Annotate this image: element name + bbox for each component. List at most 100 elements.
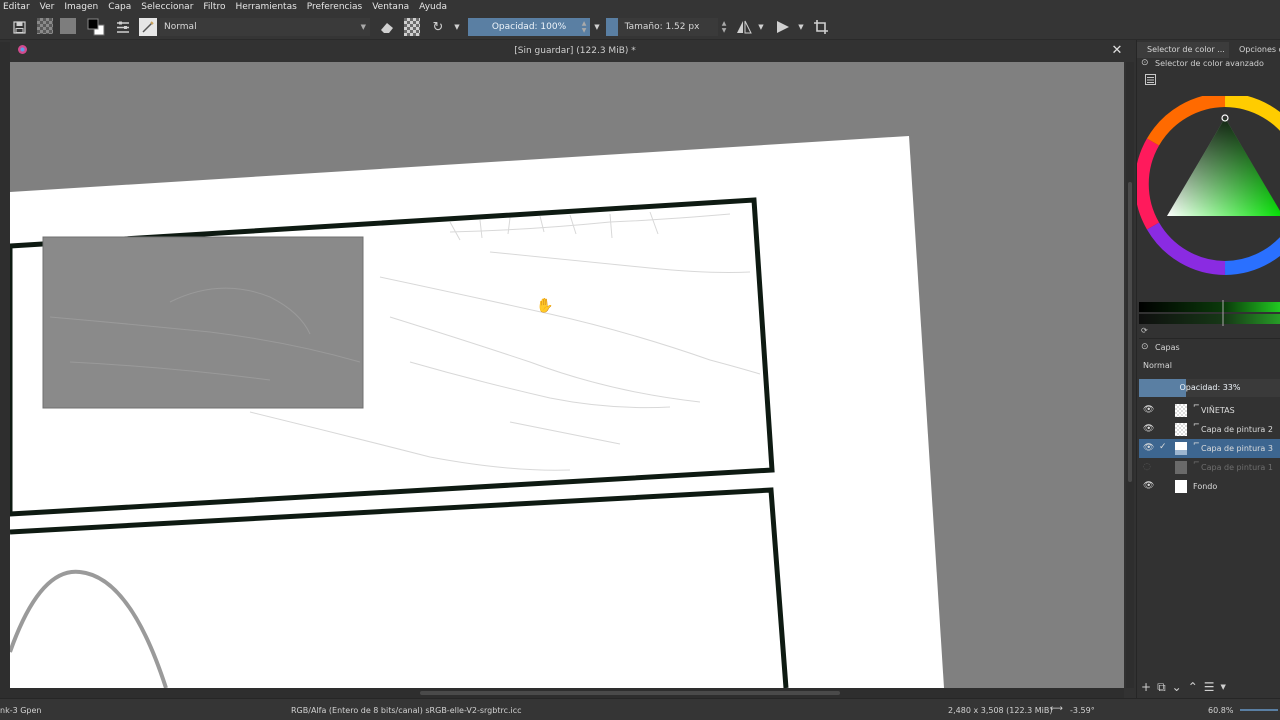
fg-bg-color-icon[interactable] [86, 18, 106, 36]
settings-list-icon[interactable] [1145, 74, 1156, 88]
color-shade-sliders[interactable] [1139, 300, 1280, 326]
opacity-label: Opacidad: 100% [491, 22, 567, 32]
eraser-icon[interactable] [378, 18, 396, 36]
chevron-down-icon[interactable]: ▼ [1221, 683, 1226, 691]
gradient-swatch[interactable] [37, 18, 53, 34]
layer-row[interactable]: 👁 ⌐ VIÑETAS [1139, 401, 1280, 420]
menu-imagen[interactable]: Imagen [59, 0, 103, 14]
preserve-alpha-icon[interactable] [404, 18, 420, 36]
menu-preferencias[interactable]: Preferencias [302, 0, 367, 14]
layer-thumbnail [1175, 423, 1187, 436]
mirror-vertical-icon[interactable] [774, 18, 792, 36]
layer-link-icon: ⌐ [1193, 401, 1200, 410]
menu-ver[interactable]: Ver [35, 0, 60, 14]
layer-row-active[interactable]: 👁 ✓ ⌐ Capa de pintura 3 [1139, 439, 1280, 458]
zoom-value[interactable]: 60.8% [1208, 706, 1233, 715]
eye-icon[interactable]: 👁 [1143, 424, 1155, 434]
blend-mode-combo[interactable]: Normal ▼ [160, 18, 370, 36]
menu-ventana[interactable]: Ventana [367, 0, 414, 14]
status-bar: nk-3 Gpen RGB/Alfa (Entero de 8 bits/can… [0, 698, 1280, 720]
move-layer-up-icon[interactable]: ⌃ [1188, 680, 1198, 694]
toolbar: Normal ▼ ↻ ▼ Opacidad: 100% ▲ ▼ ▼ Tamaño:… [0, 14, 1280, 40]
layers-blend-mode-combo[interactable]: Normal [1139, 359, 1280, 373]
canvas[interactable]: ✋ [10, 62, 1124, 688]
save-icon[interactable] [10, 18, 28, 36]
horizontal-scrollbar[interactable] [10, 688, 1124, 698]
layers-panel-title: Capas [1155, 343, 1180, 352]
menu-editar[interactable]: Editar [0, 0, 35, 14]
layer-name: Capa de pintura 3 [1201, 444, 1273, 453]
size-slider[interactable]: Tamaño: 1.52 px [606, 18, 718, 36]
layer-row[interactable]: 👁 Fondo [1139, 477, 1280, 496]
duplicate-layer-icon[interactable]: ⧉ [1157, 680, 1166, 695]
scrollbar-thumb[interactable] [1128, 182, 1132, 482]
color-space-info: RGB/Alfa (Entero de 8 bits/canal) sRGB-e… [291, 706, 522, 715]
menu-herramientas[interactable]: Herramientas [230, 0, 301, 14]
zoom-slider[interactable] [1240, 709, 1278, 711]
grey-reference-block [42, 236, 364, 409]
refresh-icon[interactable]: ⟳ [1141, 326, 1148, 335]
color-wheel[interactable] [1137, 96, 1280, 276]
divider [1139, 338, 1280, 339]
blend-mode-label: Normal [164, 22, 197, 32]
left-edge-panel [0, 42, 10, 698]
opacity-slider[interactable]: Opacidad: 100% [468, 18, 590, 36]
menu-bar: Editar Ver Imagen Capa Seleccionar Filtr… [0, 0, 1280, 14]
layer-name: Capa de pintura 1 [1201, 463, 1273, 472]
pattern-swatch[interactable] [60, 18, 76, 34]
document-tab: [Sin guardar] (122.3 MiB) * [10, 42, 1126, 60]
move-layer-down-icon[interactable]: ⌄ [1172, 680, 1182, 694]
image-size-info: 2,480 x 3,508 (122.3 MiB) [948, 706, 1053, 715]
close-icon[interactable]: ✕ [1110, 44, 1124, 58]
layer-link-icon: ⌐ [1193, 458, 1200, 467]
menu-ayuda[interactable]: Ayuda [414, 0, 452, 14]
chevron-down-icon: ▼ [360, 23, 366, 31]
eye-hidden-icon[interactable]: ◌ [1143, 462, 1155, 472]
menu-capa[interactable]: Capa [103, 0, 136, 14]
vertical-scrollbar[interactable] [1126, 62, 1134, 688]
eye-icon[interactable]: 👁 [1143, 481, 1155, 491]
eye-icon[interactable]: 👁 [1143, 443, 1155, 453]
krita-logo-icon [17, 44, 28, 55]
right-docker: Selector de color ... Opciones de ⊙ Sele… [1136, 40, 1280, 698]
size-label: Tamaño: 1.52 px [624, 22, 700, 32]
layer-properties-icon[interactable]: ☰ [1204, 680, 1215, 694]
scrollbar-thumb[interactable] [420, 691, 840, 695]
rotation-value[interactable]: -3.59° [1070, 706, 1095, 715]
reload-icon[interactable]: ↻ [429, 18, 447, 36]
layer-link-icon: ⌐ [1193, 439, 1200, 448]
mirror-horizontal-icon[interactable] [735, 18, 753, 36]
menu-seleccionar[interactable]: Seleccionar [136, 0, 198, 14]
size-spinner[interactable]: ▲ ▼ [720, 18, 728, 36]
layer-thumbnail [1175, 404, 1187, 417]
layer-name: VIÑETAS [1201, 406, 1235, 415]
hand-cursor-icon: ✋ [536, 298, 554, 314]
chevron-down-icon[interactable]: ▼ [796, 18, 806, 36]
rotation-icon[interactable]: ⟷ [1050, 704, 1063, 714]
chevron-down-icon[interactable]: ▼ [452, 18, 462, 36]
layers-opacity-fill [1139, 379, 1186, 397]
add-layer-icon[interactable]: + [1141, 680, 1151, 694]
layer-row[interactable]: ◌ ⌐ Capa de pintura 1 [1139, 458, 1280, 477]
layer-row[interactable]: 👁 ⌐ Capa de pintura 2 [1139, 420, 1280, 439]
document-title: [Sin guardar] (122.3 MiB) * [514, 46, 636, 56]
layers-opacity-slider[interactable]: Opacidad: 33% [1139, 379, 1280, 397]
brush-preset-name: nk-3 Gpen [0, 706, 42, 715]
float-docker-icon[interactable]: ⊙ [1141, 342, 1149, 352]
tab-tool-options[interactable]: Opciones de [1229, 42, 1280, 58]
float-docker-icon[interactable]: ⊙ [1141, 58, 1149, 68]
eye-icon[interactable]: 👁 [1143, 405, 1155, 415]
crop-icon[interactable] [812, 18, 830, 36]
size-slider-fill [606, 18, 618, 36]
brush-preset-icon[interactable] [139, 18, 157, 36]
tab-color-selector[interactable]: Selector de color ... [1137, 42, 1229, 58]
opacity-spinner[interactable]: ▲ ▼ [580, 18, 588, 36]
canvas-artwork [10, 136, 944, 688]
layers-footer: + ⧉ ⌄ ⌃ ☰ ▼ [1137, 678, 1280, 696]
layer-name: Capa de pintura 2 [1201, 425, 1273, 434]
chevron-down-icon[interactable]: ▼ [756, 18, 766, 36]
chevron-down-icon[interactable]: ▼ [592, 18, 602, 36]
menu-filtro[interactable]: Filtro [198, 0, 230, 14]
brush-settings-icon[interactable] [114, 18, 132, 36]
layer-thumbnail [1175, 480, 1187, 493]
